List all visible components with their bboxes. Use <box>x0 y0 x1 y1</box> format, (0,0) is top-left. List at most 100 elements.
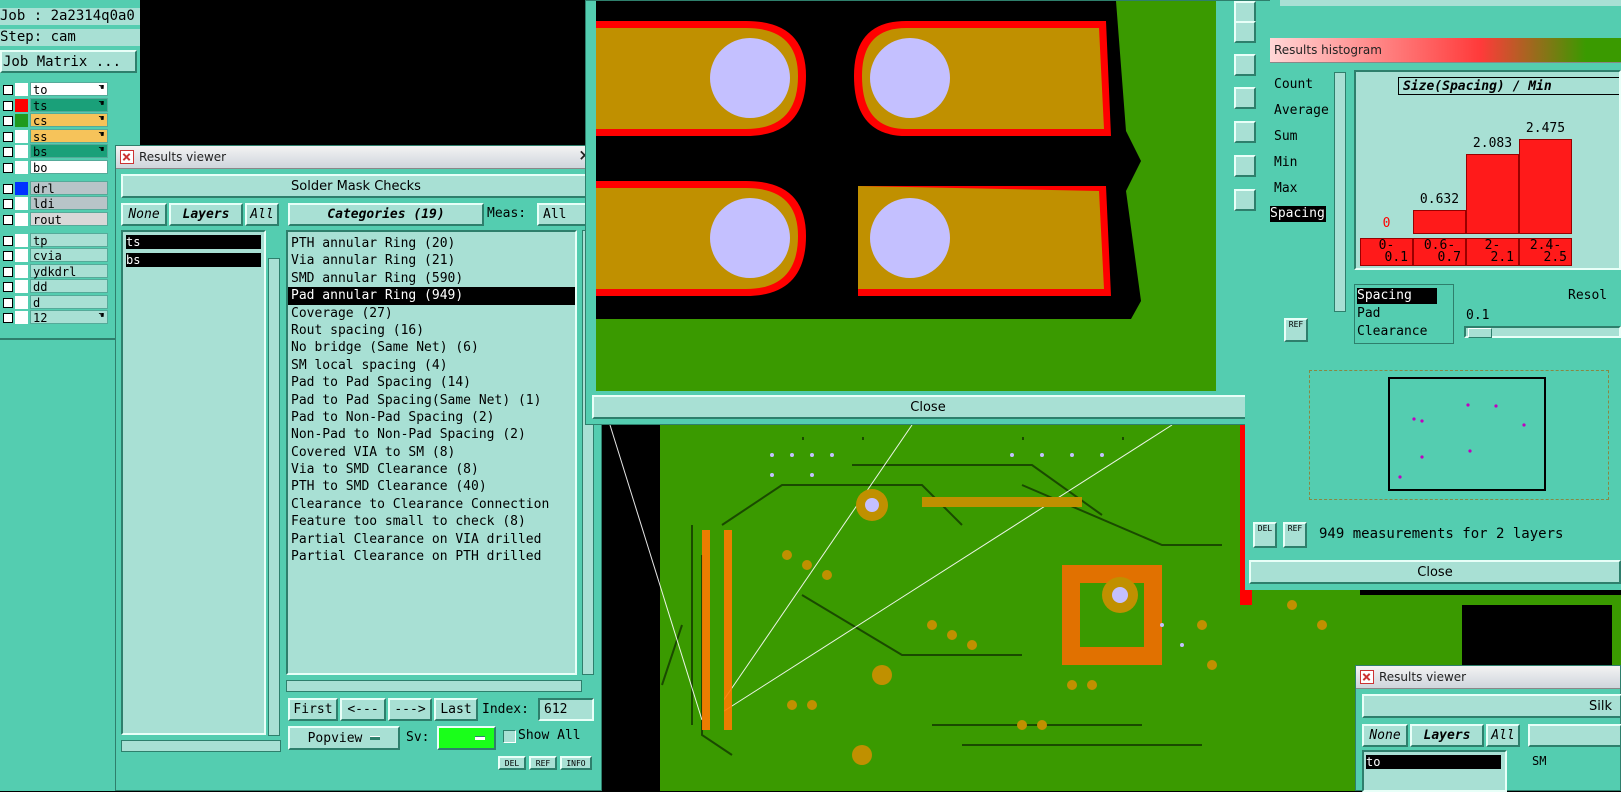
hist-ref-button-small[interactable]: REF <box>1284 318 1308 342</box>
category-item[interactable]: PTH annular Ring (20) <box>288 235 575 252</box>
layer-row-to[interactable]: to ☚ <box>0 82 112 97</box>
del-button[interactable]: DEL <box>498 756 526 770</box>
resol-slider[interactable] <box>1464 326 1621 338</box>
category-item[interactable]: Via to SMD Clearance (8) <box>288 461 575 478</box>
histogram-titlebar[interactable]: Results histogram <box>1270 38 1621 63</box>
layers-listbox-2[interactable]: to <box>1362 750 1507 792</box>
layer-checkbox[interactable] <box>3 163 13 173</box>
layer-checkbox[interactable] <box>3 267 13 277</box>
layer-name[interactable]: bs <box>30 144 108 159</box>
category-item[interactable]: Non-Pad to Non-Pad Spacing (2) <box>288 426 575 443</box>
popview-dropdown[interactable]: Popview <box>288 726 400 750</box>
results-viewer2-titlebar[interactable]: Results viewer <box>1356 666 1620 689</box>
measure-item-pad[interactable]: Pad <box>1357 306 1380 321</box>
layer-row-bo[interactable]: bo <box>0 160 112 175</box>
layer-name[interactable]: to <box>30 82 108 97</box>
layers-button-2[interactable]: Layers <box>1410 724 1484 747</box>
layer-checkbox[interactable] <box>3 132 13 142</box>
category-item[interactable]: Via annular Ring (21) <box>288 252 575 269</box>
layer-row-ydkdrl[interactable]: ydkdrl <box>0 264 112 279</box>
layer-row-12[interactable]: 12 ☚ <box>0 310 112 325</box>
category-item[interactable]: Covered VIA to SM (8) <box>288 444 575 461</box>
layer-row-ldi[interactable]: ldi <box>0 196 112 211</box>
ref-button[interactable]: REF <box>529 756 557 770</box>
layers-vscrollbar[interactable] <box>268 258 280 736</box>
layers-listbox[interactable]: ts bs <box>121 230 266 735</box>
layer-row-ts[interactable]: ts ☚ <box>0 98 112 113</box>
layer-name[interactable]: bo <box>30 160 108 175</box>
histogram-close-button[interactable]: Close <box>1249 560 1621 584</box>
layer-checkbox[interactable] <box>3 251 13 261</box>
selected-stat-item[interactable]: Spacing <box>1270 206 1326 222</box>
layer-checkbox[interactable] <box>3 101 13 111</box>
nav-left-icon[interactable] <box>1234 87 1256 109</box>
layer-checkbox[interactable] <box>3 298 13 308</box>
layer-name[interactable]: rout <box>30 212 108 227</box>
prev-button[interactable]: <--- <box>340 698 386 721</box>
category-item[interactable]: SM local spacing (4) <box>288 357 575 374</box>
category-item[interactable]: Coverage (27) <box>288 305 575 322</box>
category-item[interactable]: Partial Clearance on PTH drilled <box>288 548 575 565</box>
categories-listbox[interactable]: PTH annular Ring (20) Via annular Ring (2… <box>286 230 577 675</box>
layer-row-cvia[interactable]: cvia <box>0 248 112 263</box>
info-button[interactable]: INFO <box>560 756 592 770</box>
first-button[interactable]: First <box>288 698 338 721</box>
category-item[interactable]: Pad to Pad Spacing (14) <box>288 374 575 391</box>
category-item[interactable]: Partial Clearance on VIA drilled <box>288 531 575 548</box>
layer-checkbox[interactable] <box>3 282 13 292</box>
layer-item-to[interactable]: to <box>1366 755 1501 769</box>
category-item[interactable]: Pad to Non-Pad Spacing (2) <box>288 409 575 426</box>
layer-checkbox[interactable] <box>3 236 13 246</box>
layer-name[interactable]: ldi <box>30 196 108 211</box>
layer-name[interactable]: ss <box>30 129 108 144</box>
layer-checkbox[interactable] <box>3 147 13 157</box>
nav-bottom-icon[interactable] <box>1234 54 1256 76</box>
hist-del-button[interactable]: DEL <box>1253 522 1277 548</box>
category-item[interactable]: Pad annular Ring (949) <box>288 287 575 305</box>
category-item[interactable]: Rout spacing (16) <box>288 322 575 339</box>
category-item[interactable]: Clearance to Clearance Connection <box>288 496 575 513</box>
index-field[interactable]: 612 <box>538 698 594 721</box>
zoom-canvas[interactable] <box>596 1 1216 391</box>
layer-row-bs[interactable]: bs ☚ <box>0 144 112 159</box>
next-button[interactable]: ---> <box>388 698 432 721</box>
all-button[interactable]: All <box>245 203 279 226</box>
nav-top-icon[interactable] <box>1234 21 1256 43</box>
layer-item-ts[interactable]: ts <box>126 235 261 249</box>
layer-name[interactable]: drl <box>30 181 108 196</box>
zoom-close-button[interactable]: Close <box>592 395 1264 419</box>
layers-hscrollbar[interactable] <box>121 740 281 752</box>
category-item[interactable]: Pad to Pad Spacing(Same Net) (1) <box>288 392 575 409</box>
layer-row-d[interactable]: d <box>0 295 112 310</box>
nav-up-icon[interactable] <box>1234 1 1256 23</box>
layer-name[interactable]: tp <box>30 233 108 248</box>
stat-vscrollbar[interactable] <box>1334 72 1346 312</box>
last-button[interactable]: Last <box>434 698 478 721</box>
layer-checkbox[interactable] <box>3 116 13 126</box>
hist-ref-button[interactable]: REF <box>1283 522 1307 548</box>
resol-slider-handle[interactable] <box>1468 328 1492 338</box>
layer-item-bs[interactable]: bs <box>126 253 261 267</box>
layer-name[interactable]: dd <box>30 279 108 294</box>
layer-checkbox[interactable] <box>3 215 13 225</box>
layer-row-rout[interactable]: rout <box>0 212 112 227</box>
layer-row-dd[interactable]: dd <box>0 279 112 294</box>
categories-button-2[interactable] <box>1528 724 1621 747</box>
meas-dropdown[interactable]: All <box>537 203 589 226</box>
layer-name[interactable]: cvia <box>30 248 108 263</box>
categories-button[interactable]: Categories (19) <box>288 203 484 226</box>
layer-name[interactable]: cs <box>30 113 108 128</box>
layers-button[interactable]: Layers <box>169 203 243 226</box>
none-button[interactable]: None <box>121 203 167 226</box>
nav-right-icon[interactable] <box>1234 121 1256 143</box>
layer-row-drl[interactable]: drl <box>0 181 112 196</box>
layer-checkbox[interactable] <box>3 85 13 95</box>
layer-name[interactable]: d <box>30 295 108 310</box>
categories-hscrollbar[interactable] <box>286 680 582 692</box>
layer-row-tp[interactable]: tp <box>0 233 112 248</box>
category-item[interactable]: No bridge (Same Net) (6) <box>288 339 575 356</box>
measure-item-spacing[interactable]: Spacing <box>1357 288 1437 304</box>
layer-checkbox[interactable] <box>3 313 13 323</box>
results-viewer-titlebar[interactable]: Results viewer × <box>116 146 601 169</box>
sv-color-dropdown[interactable] <box>437 726 496 750</box>
